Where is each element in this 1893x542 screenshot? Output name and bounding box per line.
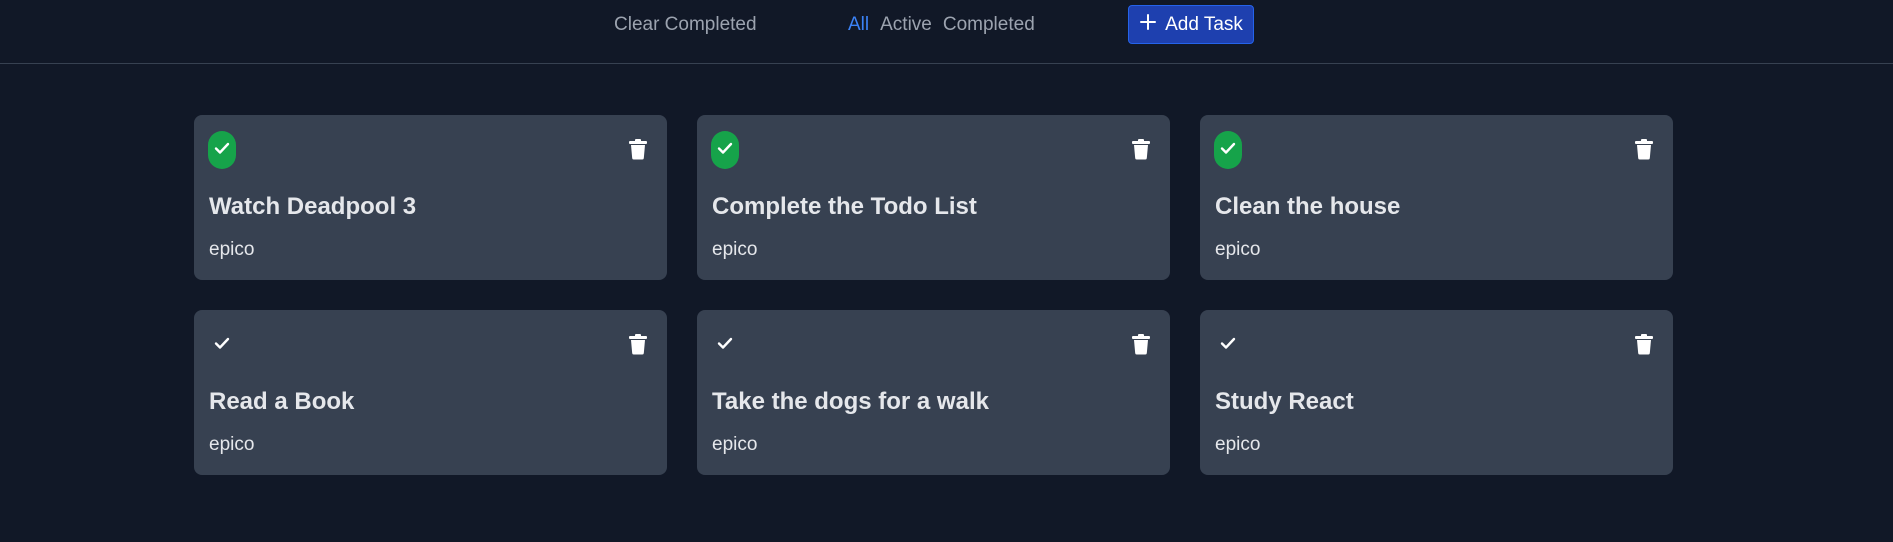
check-icon <box>715 138 735 163</box>
add-task-button[interactable]: Add Task <box>1128 5 1254 44</box>
delete-task-button[interactable] <box>1633 138 1655 165</box>
task-user: epico <box>712 434 758 455</box>
task-card: Watch Deadpool 3 epico <box>194 115 667 280</box>
check-icon <box>212 138 232 163</box>
task-card: Clean the house epico <box>1200 115 1673 280</box>
complete-toggle[interactable] <box>1214 326 1242 364</box>
task-user: epico <box>209 239 255 260</box>
delete-task-button[interactable] <box>1633 333 1655 360</box>
task-title: Complete the Todo List <box>712 193 977 220</box>
filter-group: All Active Completed <box>848 12 1035 38</box>
task-title: Watch Deadpool 3 <box>209 193 417 220</box>
complete-toggle[interactable] <box>711 131 739 169</box>
trash-icon <box>1634 333 1654 360</box>
task-card: Read a Book epico <box>194 310 667 475</box>
task-card: Take the dogs for a walk epico <box>697 310 1170 475</box>
task-title: Read a Book <box>209 388 355 415</box>
check-icon <box>1218 333 1238 358</box>
task-user: epico <box>1215 239 1261 260</box>
task-user: epico <box>209 434 255 455</box>
complete-toggle[interactable] <box>711 326 739 364</box>
filter-all[interactable]: All <box>848 12 869 38</box>
task-user: epico <box>712 239 758 260</box>
task-title: Study React <box>1215 388 1354 415</box>
task-title: Clean the house <box>1215 193 1401 220</box>
check-icon <box>715 333 735 358</box>
task-title: Take the dogs for a walk <box>712 388 989 415</box>
trash-icon <box>1131 138 1151 165</box>
task-grid: Watch Deadpool 3 epico Complete the Todo… <box>194 115 1673 475</box>
task-user: epico <box>1215 434 1261 455</box>
task-card: Study React epico <box>1200 310 1673 475</box>
clear-completed-button[interactable]: Clear Completed <box>614 12 757 38</box>
top-toolbar: Clear Completed All Active Completed Add… <box>0 0 1893 64</box>
trash-icon <box>628 138 648 165</box>
check-icon <box>212 333 232 358</box>
delete-task-button[interactable] <box>1130 333 1152 360</box>
trash-icon <box>1131 333 1151 360</box>
trash-icon <box>1634 138 1654 165</box>
delete-task-button[interactable] <box>627 138 649 165</box>
plus-icon <box>1139 13 1157 37</box>
complete-toggle[interactable] <box>208 326 236 364</box>
complete-toggle[interactable] <box>208 131 236 169</box>
check-icon <box>1218 138 1238 163</box>
filter-completed[interactable]: Completed <box>943 12 1035 38</box>
task-card: Complete the Todo List epico <box>697 115 1170 280</box>
complete-toggle[interactable] <box>1214 131 1242 169</box>
delete-task-button[interactable] <box>627 333 649 360</box>
add-task-label: Add Task <box>1165 13 1243 35</box>
trash-icon <box>628 333 648 360</box>
filter-active[interactable]: Active <box>880 12 932 38</box>
delete-task-button[interactable] <box>1130 138 1152 165</box>
